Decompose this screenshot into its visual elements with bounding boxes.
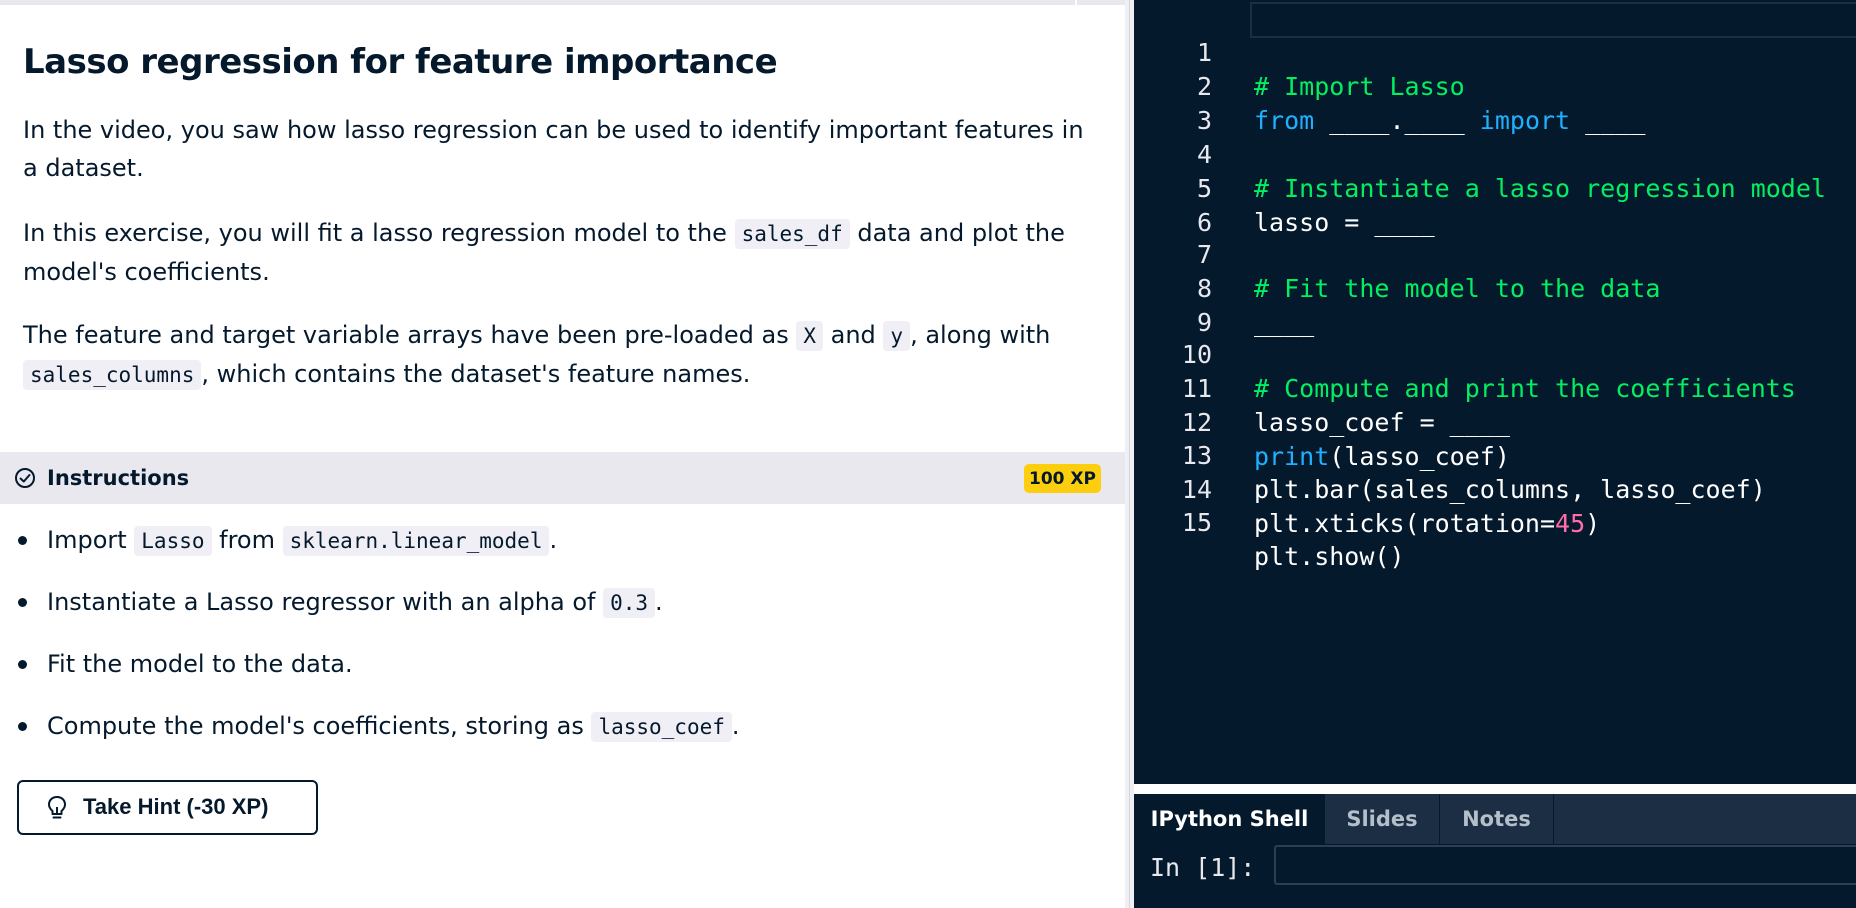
exercise-paragraph-2: In this exercise, you will fit a lasso r…: [23, 214, 1093, 291]
code-line-1[interactable]: 1 # Import Lasso: [1134, 2, 1856, 101]
code-text: plt.show(): [1254, 542, 1405, 571]
code-line-12[interactable]: 12 print(lasso_coef): [1134, 372, 1856, 471]
instruction-item: Instantiate a Lasso regressor with an al…: [0, 582, 1100, 622]
code-line-3[interactable]: 3: [1134, 70, 1856, 135]
code-line-6[interactable]: 6: [1134, 172, 1856, 237]
code-line-7[interactable]: 7 # Fit the model to the data: [1134, 204, 1856, 303]
inline-code-alpha-value: 0.3: [603, 588, 656, 618]
instructions-header: Instructions 100 XP: [0, 452, 1125, 504]
instruction-item: Compute the model's coefficients, storin…: [0, 706, 1100, 746]
console-tab-bar: IPython Shell Slides Notes: [1134, 794, 1856, 844]
code-text: ): [1585, 509, 1601, 538]
code-line-15[interactable]: 15 plt.show(): [1134, 472, 1856, 571]
instruction-item: Fit the model to the data.: [0, 644, 1100, 684]
instruction-text: from: [211, 526, 283, 554]
hint-button-label: Take Hint (-30 XP): [83, 794, 269, 819]
inline-code-sklearn-linear-model: sklearn.linear_model: [282, 526, 550, 556]
code-line-9[interactable]: 9: [1134, 272, 1856, 337]
paragraph-text: and: [822, 321, 884, 349]
code-number: 45: [1555, 509, 1586, 538]
lightbulb-icon: [48, 796, 66, 819]
code-text: plt.xticks(rotation=: [1254, 509, 1556, 538]
tab-slides[interactable]: Slides: [1325, 794, 1440, 844]
inline-code-x: X: [796, 321, 823, 351]
code-line-5[interactable]: 5 lasso = ____: [1134, 138, 1856, 237]
code-line-10[interactable]: 10 # Compute and print the coefficients: [1134, 304, 1856, 403]
inline-code-lasso-coef: lasso_coef: [591, 712, 732, 742]
paragraph-text: , along with: [910, 321, 1051, 349]
instruction-text: Import: [47, 526, 135, 554]
xp-badge: 100 XP: [1024, 464, 1101, 493]
bullet-icon: [18, 598, 27, 607]
paragraph-text: In the video, you saw how lasso regressi…: [23, 116, 1084, 182]
take-hint-button[interactable]: Take Hint (-30 XP): [17, 780, 318, 835]
shell-input[interactable]: [1274, 845, 1856, 885]
exercise-paragraph-3: The feature and target variable arrays h…: [23, 316, 1093, 394]
inline-code-y: y: [883, 321, 911, 351]
code-line-4[interactable]: 4 # Instantiate a lasso regression model: [1134, 104, 1856, 203]
code-line-14[interactable]: 14 plt.xticks(rotation=45): [1134, 439, 1856, 538]
bullet-icon: [18, 536, 27, 545]
bullet-icon: [18, 660, 27, 669]
instruction-text: Compute the model's coefficients, storin…: [47, 712, 592, 740]
instruction-text: Fit the model to the data.: [47, 650, 353, 678]
instruction-text: .: [655, 588, 663, 616]
paragraph-text: The feature and target variable arrays h…: [23, 321, 797, 349]
exercise-title: Lasso regression for feature importance: [23, 42, 778, 82]
code-line-2[interactable]: 2 from ____.____ import ____: [1134, 36, 1856, 135]
ipython-console: IPython Shell Slides Notes In [1]:: [1134, 794, 1856, 908]
code-line-11[interactable]: 11 lasso_coef = ____: [1134, 338, 1856, 437]
top-progress-bar: [0, 0, 1125, 5]
instructions-label: Instructions: [47, 466, 190, 490]
shell-prompt: In [1]:: [1150, 853, 1256, 882]
instruction-text: .: [731, 712, 740, 740]
inline-code-sales-df: sales_df: [734, 219, 850, 249]
code-editor[interactable]: 1 # Import Lasso 2 from ____.____ import…: [1134, 0, 1856, 784]
instruction-text: Instantiate a Lasso regressor with an al…: [47, 588, 604, 616]
exercise-paragraph-1: In the video, you saw how lasso regressi…: [23, 111, 1093, 187]
instruction-text: .: [549, 526, 558, 554]
paragraph-text: , which contains the dataset's feature n…: [201, 360, 751, 388]
paragraph-text: In this exercise, you will fit a lasso r…: [23, 219, 735, 247]
tab-notes[interactable]: Notes: [1440, 794, 1554, 844]
exercise-panel: Lasso regression for feature importance …: [0, 0, 1125, 908]
inline-code-lasso: Lasso: [134, 526, 212, 556]
instruction-item: Import Lasso from sklearn.linear_model.: [0, 520, 1100, 560]
tab-ipython-shell[interactable]: IPython Shell: [1134, 794, 1325, 844]
inline-code-sales-columns: sales_columns: [23, 360, 202, 390]
line-number: 15: [1181, 508, 1212, 537]
bullet-icon: [18, 722, 27, 731]
check-circle-icon: [15, 468, 35, 488]
code-line-8[interactable]: 8 ____: [1134, 238, 1856, 337]
pane-divider-line: [1129, 0, 1130, 908]
code-line-13[interactable]: 13 plt.bar(sales_columns, lasso_coef): [1134, 405, 1856, 504]
